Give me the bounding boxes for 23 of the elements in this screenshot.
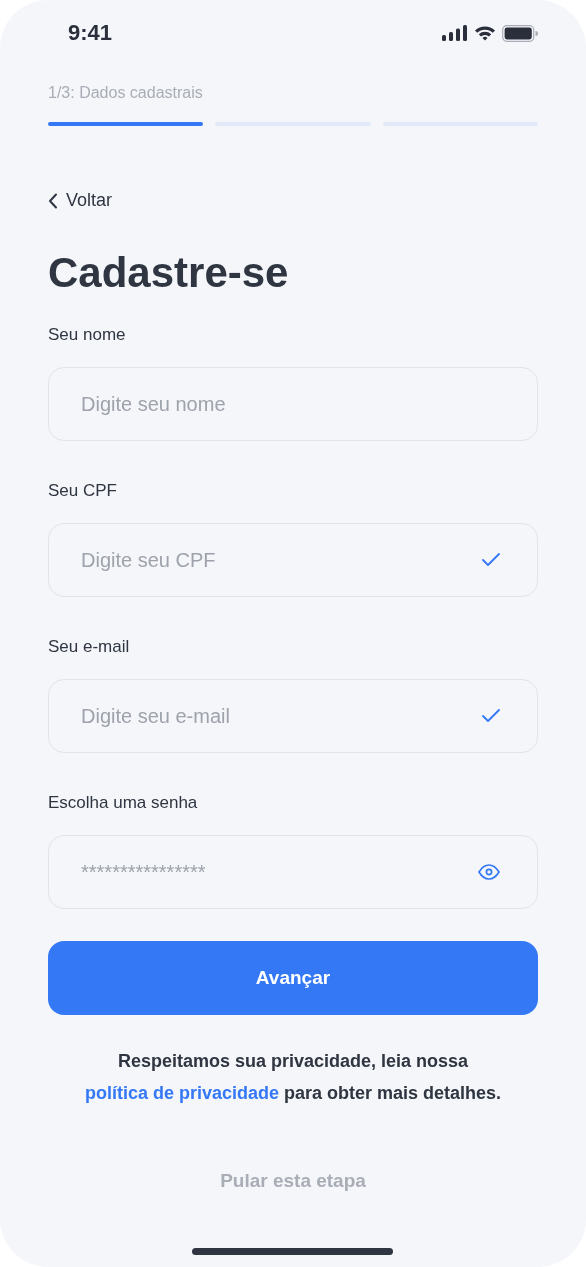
eye-icon[interactable]	[478, 864, 500, 880]
field-label: Seu nome	[48, 325, 127, 345]
privacy-policy-link[interactable]: política de privacidade	[84, 1083, 279, 1103]
field-label: Seu e-mail	[48, 637, 131, 657]
privacy-notice: Respeitamos sua privacidade, leia nossa política de privacidade para obter mais detalhes.	[83, 1050, 503, 1105]
check-icon	[482, 709, 500, 723]
battery-icon	[502, 24, 538, 42]
input-field[interactable]: Digite seu e-mail	[48, 679, 538, 753]
status-time: 9:41	[68, 20, 113, 46]
page-title: Cadastre-se	[48, 249, 290, 297]
check-icon	[482, 553, 500, 567]
step-label: 1/3: Dados cadastrais	[48, 84, 204, 102]
input-field[interactable]: Digite seu CPF	[48, 523, 538, 597]
field-label: Escolha uma senha	[48, 793, 199, 813]
next-button[interactable]: Avançar	[48, 941, 538, 1015]
signal-icon	[442, 25, 468, 41]
back-link[interactable]: Voltar	[48, 190, 113, 211]
chevron-left-icon	[48, 192, 58, 209]
wifi-icon	[474, 25, 496, 41]
input-field[interactable]: ****************	[48, 835, 538, 909]
input-field[interactable]: Digite seu nome	[48, 367, 538, 441]
skip-link[interactable]: Pular esta etapa	[214, 1169, 372, 1193]
field-label: Seu CPF	[48, 481, 118, 501]
